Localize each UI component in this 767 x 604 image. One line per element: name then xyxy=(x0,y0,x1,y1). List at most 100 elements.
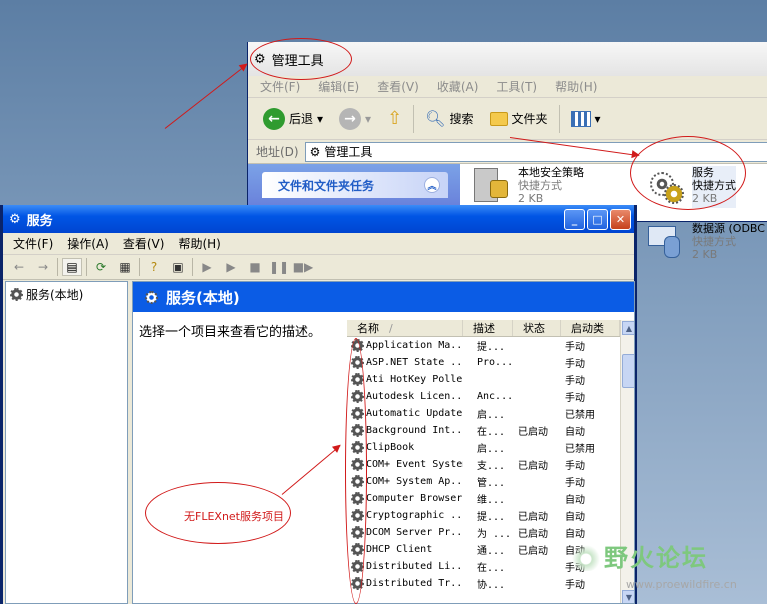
service-row[interactable]: Application Ma... 提... 手动 xyxy=(347,337,634,354)
folders-button[interactable]: 文件夹 xyxy=(485,103,553,135)
forward-arrow-icon[interactable]: → xyxy=(33,258,53,276)
tree-item-services-local[interactable]: 服务(本地) xyxy=(6,282,127,303)
service-description: 协... xyxy=(477,580,506,591)
service-description: 通... xyxy=(477,546,506,557)
close-button[interactable]: ✕ xyxy=(610,208,631,230)
service-row[interactable]: Distributed Tr... 协... 手动 xyxy=(347,575,634,592)
service-startup-type: 手动 xyxy=(565,393,585,404)
service-name: Cryptographic ... xyxy=(366,510,463,521)
refresh-icon[interactable]: ⟳ xyxy=(91,258,111,276)
help-icon[interactable]: ? xyxy=(144,258,164,276)
details-header: 服务(本地) xyxy=(133,282,634,312)
menu-view[interactable]: 查看(V) xyxy=(377,78,419,95)
service-name: Autodesk Licen... xyxy=(366,391,463,402)
services-titlebar[interactable]: ⚙ 服务 _ □ ✕ xyxy=(3,205,634,233)
forward-button[interactable]: → ▾ xyxy=(334,103,376,135)
service-description: 支... xyxy=(477,461,506,472)
services-window: ⚙ 服务 _ □ ✕ 文件(F) 操作(A) 查看(V) 帮助(H) ← → ▤… xyxy=(0,205,637,604)
back-button[interactable]: ← 后退 ▾ xyxy=(258,103,328,135)
service-name: ASP.NET State ... xyxy=(366,357,463,368)
menu-help[interactable]: 帮助(H) xyxy=(555,78,597,95)
show-tree-icon[interactable]: ▤ xyxy=(62,258,82,276)
menu-file[interactable]: 文件(F) xyxy=(13,235,53,252)
views-button[interactable]: ▾ xyxy=(566,103,606,135)
column-name[interactable]: 名称 / xyxy=(347,320,463,336)
service-name: Distributed Li... xyxy=(366,561,463,572)
menu-edit[interactable]: 编辑(E) xyxy=(318,78,359,95)
file-local-security-policy[interactable]: 本地安全策略 快捷方式 2 KB xyxy=(470,166,584,208)
toolbar-divider xyxy=(413,104,415,133)
menu-view[interactable]: 查看(V) xyxy=(123,235,165,252)
service-row[interactable]: Cryptographic ... 提... 已启动 自动 xyxy=(347,507,634,524)
service-startup-type: 已禁用 xyxy=(565,444,595,455)
column-startup-type[interactable]: 启动类 xyxy=(561,320,620,336)
play-icon[interactable]: ▶ xyxy=(221,258,241,276)
service-name: COM+ Event System xyxy=(366,459,463,470)
maximize-button[interactable]: □ xyxy=(587,208,608,230)
search-label: 搜索 xyxy=(449,112,474,126)
file-size: 2 KB xyxy=(692,248,718,261)
list-header: 名称 / 描述 状态 启动类 xyxy=(347,320,634,337)
file-odbc-data-source[interactable]: 数据源 (ODBC 快捷方式 2 KB xyxy=(644,222,765,264)
menu-action[interactable]: 操作(A) xyxy=(67,235,109,252)
flame-logo-icon xyxy=(572,540,600,571)
service-row[interactable]: Autodesk Licen... Anc... 手动 xyxy=(347,388,634,405)
service-name: Computer Browser xyxy=(366,493,463,504)
service-description: 启... xyxy=(477,444,506,455)
collapse-icon[interactable]: ︽ xyxy=(424,177,440,193)
annotation-circle-list xyxy=(345,338,367,604)
service-row[interactable]: COM+ System Ap... 管... 手动 xyxy=(347,473,634,490)
play-icon[interactable]: ▶ xyxy=(197,258,217,276)
services-menubar: 文件(F) 操作(A) 查看(V) 帮助(H) xyxy=(3,233,634,255)
column-status[interactable]: 状态 xyxy=(513,320,561,336)
gear-icon xyxy=(10,288,23,301)
chevron-down-icon: ▾ xyxy=(317,111,324,126)
export-list-icon[interactable]: ▦ xyxy=(115,258,135,276)
service-row[interactable]: ClipBook 启... 已禁用 xyxy=(347,439,634,456)
description-text: 选择一个项目来查看它的描述。 xyxy=(139,325,322,340)
service-status: 已启动 xyxy=(518,529,548,540)
scroll-down-icon[interactable]: ▼ xyxy=(622,590,634,603)
service-startup-type: 已禁用 xyxy=(565,410,595,421)
task-pane-title: 文件和文件夹任务 xyxy=(278,178,375,193)
service-status: 已启动 xyxy=(518,512,548,523)
service-startup-type: 手动 xyxy=(565,376,585,387)
service-row[interactable]: Ati HotKey Poller 手动 xyxy=(347,371,634,388)
service-description: 维... xyxy=(477,495,506,506)
service-status: 已启动 xyxy=(518,427,548,438)
menu-tools[interactable]: 工具(T) xyxy=(496,78,537,95)
service-description: 提... xyxy=(477,512,506,523)
service-description: Pro... xyxy=(477,357,513,368)
service-row[interactable]: Automatic Updates 启... 已禁用 xyxy=(347,405,634,422)
forum-watermark: 野火论坛 xyxy=(572,538,708,573)
scroll-up-icon[interactable]: ▲ xyxy=(622,321,634,335)
task-pane-header[interactable]: 文件和文件夹任务 ︽ xyxy=(262,172,448,198)
odbc-icon xyxy=(644,222,686,264)
minimize-button[interactable]: _ xyxy=(564,208,585,230)
security-policy-icon xyxy=(470,166,512,208)
service-row[interactable]: COM+ Event System 支... 已启动 手动 xyxy=(347,456,634,473)
properties-icon[interactable]: ▣ xyxy=(168,258,188,276)
menu-favorites[interactable]: 收藏(A) xyxy=(437,78,479,95)
folders-label: 文件夹 xyxy=(511,112,548,126)
service-startup-type: 手动 xyxy=(565,461,585,472)
service-startup-type: 手动 xyxy=(565,580,585,591)
restart-icon[interactable]: ■▶ xyxy=(293,258,314,276)
stop-icon[interactable]: ■ xyxy=(245,258,265,276)
file-name: 数据源 (ODBC xyxy=(692,222,765,235)
search-button[interactable]: 🔍︎ 搜索 xyxy=(420,103,478,135)
menu-help[interactable]: 帮助(H) xyxy=(178,235,220,252)
column-description[interactable]: 描述 xyxy=(463,320,513,336)
service-row[interactable]: ASP.NET State ... Pro... 手动 xyxy=(347,354,634,371)
watermark-url: www.proewildfire.cn xyxy=(626,578,737,591)
back-arrow-icon[interactable]: ← xyxy=(9,258,29,276)
file-size: 2 KB xyxy=(518,192,544,205)
service-description: 启... xyxy=(477,410,506,421)
scroll-thumb[interactable] xyxy=(622,354,634,388)
up-button[interactable]: ⇧ xyxy=(382,103,407,135)
service-row[interactable]: Computer Browser 维... 自动 xyxy=(347,490,634,507)
menu-file[interactable]: 文件(F) xyxy=(260,78,300,95)
pause-icon[interactable]: ❚❚ xyxy=(269,258,289,276)
service-row[interactable]: Background Int... 在... 已启动 自动 xyxy=(347,422,634,439)
services-title: 服务 xyxy=(26,213,53,229)
